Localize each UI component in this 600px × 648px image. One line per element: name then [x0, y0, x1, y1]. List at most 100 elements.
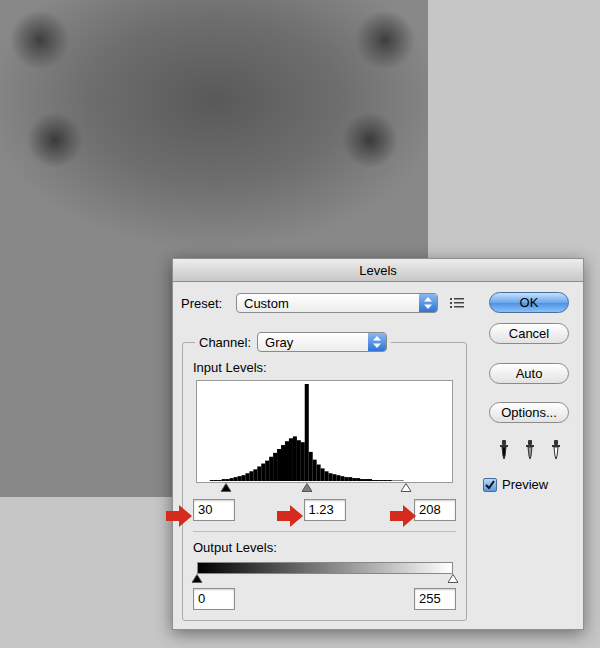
black-input-slider[interactable]: [221, 483, 232, 492]
histogram-bar: [352, 478, 356, 481]
annotation-arrow-icon: [277, 505, 303, 527]
dialog-button[interactable]: Options...: [489, 402, 569, 423]
desktop: Levels Preset:Custom Channel: Gray Input Lev…: [0, 0, 600, 648]
histogram-bar: [269, 457, 273, 481]
checkbox-box[interactable]: [483, 478, 497, 492]
histogram-bar: [443, 481, 447, 482]
histogram-bar: [411, 481, 415, 482]
histogram-bar: [297, 440, 301, 481]
output-slider-track: [197, 574, 453, 583]
check-icon: [484, 479, 496, 491]
gray-eyedropper-icon[interactable]: [521, 440, 539, 460]
annotation-arrow-icon: [166, 505, 192, 527]
input-level-field[interactable]: 1.23: [304, 499, 346, 521]
histogram-bar: [384, 480, 388, 481]
channel-group: Channel: Gray Input Levels: 30 1.23 208 Output…: [182, 332, 467, 621]
gray-input-slider[interactable]: [301, 483, 312, 492]
input-levels-label: Input Levels:: [193, 360, 456, 376]
histogram-bar: [404, 481, 408, 482]
histogram-bar: [277, 449, 281, 481]
histogram-bar: [234, 477, 238, 481]
preset-label: Preset:: [181, 296, 236, 311]
output-level-field[interactable]: 255: [414, 588, 456, 610]
histogram-bar: [332, 474, 336, 481]
histogram-bar: [388, 480, 392, 481]
histogram-bar: [356, 478, 360, 481]
dialog-button[interactable]: OK: [489, 292, 569, 313]
output-level-field[interactable]: 0: [193, 588, 235, 610]
histogram-bar: [285, 441, 289, 481]
histogram: [196, 380, 453, 483]
histogram-bar: [419, 481, 423, 482]
dialog-button[interactable]: Auto: [489, 363, 569, 384]
preset-select[interactable]: Custom: [236, 293, 438, 313]
histogram-bar: [261, 464, 265, 481]
histogram-bar: [305, 384, 309, 481]
input-level-field[interactable]: 208: [414, 499, 456, 521]
histogram-bar: [238, 476, 242, 481]
histogram-bar: [301, 442, 305, 481]
histogram-bar: [293, 436, 297, 481]
histogram-bar: [360, 479, 364, 481]
histogram-bar: [427, 481, 431, 482]
preview-label: Preview: [502, 477, 548, 492]
histogram-bar: [439, 481, 443, 482]
input-level-field[interactable]: 30: [193, 499, 235, 521]
histogram-bar: [408, 481, 412, 482]
histogram-bar: [226, 479, 230, 481]
histogram-bar: [364, 479, 368, 481]
histogram-bar: [336, 475, 340, 481]
histogram-bar: [392, 480, 396, 481]
annotation-arrow-icon: [390, 505, 416, 527]
histogram-bar: [372, 480, 376, 481]
histogram-bar: [313, 460, 317, 481]
output-levels-label: Output Levels:: [193, 540, 456, 556]
white-output-slider[interactable]: [448, 574, 459, 583]
histogram-bar: [396, 480, 400, 481]
histogram-bar: [222, 479, 226, 481]
histogram-bar: [210, 480, 214, 481]
histogram-bar: [344, 477, 348, 481]
histogram-bar: [214, 480, 218, 481]
histogram-bar: [400, 480, 404, 481]
histogram-bar: [273, 453, 277, 481]
title-bar[interactable]: Levels: [173, 259, 583, 282]
channel-label: Channel:: [199, 335, 251, 350]
histogram-bar: [249, 471, 253, 481]
white-input-slider[interactable]: [400, 483, 411, 492]
output-gradient: [197, 562, 453, 574]
histogram-bar: [289, 438, 293, 481]
histogram-bar: [447, 481, 451, 482]
input-slider-track: [196, 483, 453, 493]
histogram-bar: [435, 481, 439, 482]
histogram-bar: [328, 473, 332, 481]
histogram-bar: [218, 480, 222, 481]
histogram-bar: [281, 445, 285, 481]
histogram-bar: [230, 478, 234, 481]
dialog-button[interactable]: Cancel: [489, 323, 569, 344]
updown-icon: [424, 297, 432, 309]
black-output-slider[interactable]: [192, 574, 203, 583]
preset-options-icon[interactable]: [450, 297, 464, 309]
separator: [193, 531, 456, 532]
histogram-bar: [206, 481, 210, 482]
preview-checkbox[interactable]: Preview: [483, 477, 569, 492]
updown-icon: [373, 336, 381, 348]
histogram-bar: [340, 476, 344, 481]
histogram-bar: [241, 475, 245, 481]
levels-dialog: Levels Preset:Custom Channel: Gray Input Lev…: [172, 258, 584, 630]
black-eyedropper-icon[interactable]: [495, 440, 513, 460]
histogram-bar: [257, 466, 261, 481]
channel-select[interactable]: Gray: [257, 332, 387, 352]
histogram-bar: [376, 480, 380, 481]
histogram-bar: [202, 481, 206, 482]
histogram-bar: [265, 461, 269, 481]
histogram-bar: [317, 465, 321, 481]
histogram-bar: [348, 477, 352, 481]
histogram-bar: [321, 468, 325, 481]
white-eyedropper-icon[interactable]: [547, 440, 565, 460]
histogram-bar: [245, 473, 249, 481]
histogram-bar: [309, 452, 313, 481]
histogram-bar: [415, 481, 419, 482]
histogram-bar: [380, 480, 384, 481]
